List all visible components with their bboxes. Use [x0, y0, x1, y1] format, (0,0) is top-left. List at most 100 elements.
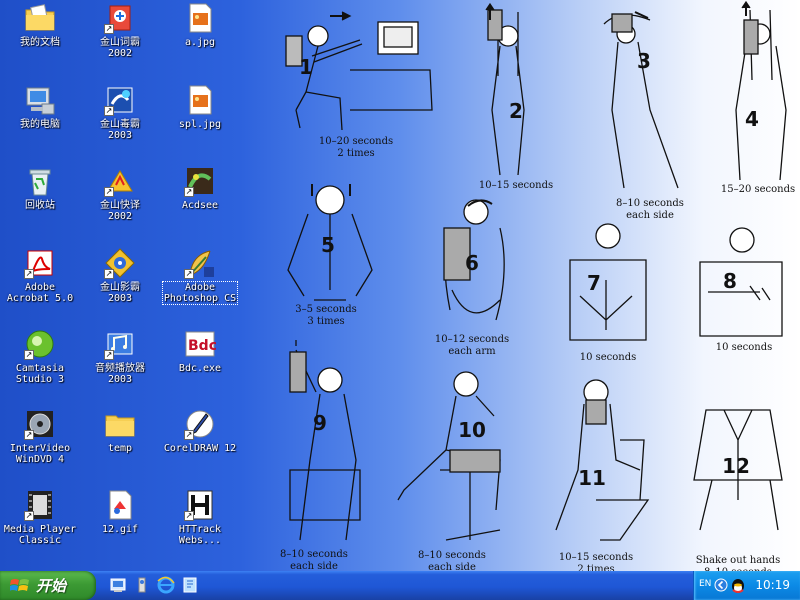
shortcut-arrow-icon: ↗	[104, 269, 114, 279]
kingsoft-movie-icon[interactable]: ↗	[104, 247, 136, 279]
desktop-icon-label[interactable]: Adobe Photoshop CS	[161, 281, 239, 305]
desktop[interactable]: 1 10–20 seconds 2 times 2 10–15 seconds 3 8–10…	[0, 0, 800, 571]
desktop-icon-label[interactable]: Camtasia Studio 3	[0, 363, 80, 385]
adobe-acrobat-icon[interactable]: ↗	[24, 247, 56, 279]
windows-explorer-icon[interactable]	[132, 575, 152, 595]
figure-caption: 2 times	[577, 564, 614, 571]
figure-10-drawing	[397, 371, 501, 541]
desktop-icon-adobe-acrobat[interactable]: ↗ Adobe Acrobat 5.0	[0, 245, 80, 315]
recycle-bin-icon[interactable]	[24, 165, 56, 197]
desktop-icon-media-player-classic[interactable]: ↗ Media Player Classic	[0, 487, 80, 557]
jpg-file-icon[interactable]	[184, 2, 216, 34]
desktop-icon-kingsoft-dict-2002[interactable]: ↗ 金山词霸 2002	[80, 0, 160, 70]
desktop-icon-label[interactable]: 12.gif	[80, 524, 160, 535]
qq-penguin-icon[interactable]	[730, 576, 746, 594]
desktop-icon-label[interactable]: a.jpg	[160, 37, 240, 48]
folder-icon[interactable]	[104, 408, 136, 440]
language-indicator[interactable]: EN	[699, 579, 711, 589]
coreldraw-pen-icon[interactable]: ↗	[184, 408, 216, 440]
desktop-icon-12-gif[interactable]: 12.gif	[80, 487, 160, 557]
kingsoft-translator-icon[interactable]: ↗	[104, 165, 136, 197]
figure-caption: 10 seconds	[580, 352, 637, 363]
clock[interactable]: 10:19	[755, 578, 790, 592]
desktop-icon-my-documents[interactable]: 我的文档	[0, 0, 80, 70]
shortcut-arrow-icon: ↗	[24, 430, 34, 440]
desktop-icon-acdsee[interactable]: ↗ Acdsee	[160, 163, 240, 233]
desktop-icon-label[interactable]: 金山毒霸 2003	[80, 119, 160, 141]
camtasia-icon[interactable]: ↗	[24, 328, 56, 360]
desktop-icon-spl-jpg[interactable]: spl.jpg	[160, 82, 240, 152]
desktop-icon-label[interactable]: 金山快译 2002	[80, 200, 160, 222]
figure-caption: each side	[626, 210, 674, 221]
shortcut-arrow-icon: ↗	[104, 106, 114, 116]
kingsoft-antivirus-icon[interactable]: ↗	[104, 84, 136, 116]
show-desktop-icon[interactable]	[108, 575, 128, 595]
figure-number: 3	[637, 49, 651, 73]
figure-caption: 2 times	[337, 148, 374, 159]
desktop-icon-audio-player-2003[interactable]: ↗ 音频播放器 2003	[80, 326, 160, 396]
desktop-icon-label[interactable]: 金山词霸 2002	[80, 37, 160, 59]
figure-caption: 8–10 seconds	[280, 549, 348, 560]
tray-expand-chevron-icon[interactable]	[714, 578, 728, 592]
folder-documents-icon[interactable]	[24, 2, 56, 34]
figure-caption: 15–20 seconds	[721, 184, 795, 195]
desktop-icon-label[interactable]: temp	[80, 443, 160, 454]
desktop-icon-label[interactable]: 音频播放器 2003	[80, 363, 160, 385]
desktop-icon-label[interactable]: Adobe Acrobat 5.0	[0, 282, 80, 304]
figure-number: 2	[509, 99, 523, 123]
desktop-icon-kingsoft-movie-2003[interactable]: ↗ 金山影霸 2003	[80, 245, 160, 315]
figure-3-drawing	[603, 11, 679, 189]
figure-caption: 3–5 seconds	[295, 304, 357, 315]
desktop-icon-adobe-photoshop[interactable]: ↗ Adobe Photoshop CS	[160, 245, 240, 315]
httrack-icon[interactable]: ↗	[184, 489, 216, 521]
desktop-icon-label[interactable]: Bdc.exe	[160, 363, 240, 374]
acdsee-icon[interactable]: ↗	[184, 165, 216, 197]
desktop-icon-label[interactable]: HTTrack Webs...	[160, 524, 240, 546]
kingsoft-dictionary-icon[interactable]: ↗	[104, 2, 136, 34]
internet-explorer-icon[interactable]	[156, 575, 176, 595]
photoshop-feather-icon[interactable]: ↗	[184, 247, 216, 279]
figure-number: 8	[723, 269, 737, 293]
desktop-icon-temp-folder[interactable]: temp	[80, 406, 160, 476]
desktop-icon-label[interactable]: InterVideo WinDVD 4	[0, 443, 80, 465]
figure-9-drawing	[289, 340, 361, 541]
desktop-icon-kingsoft-antivirus-2003[interactable]: ↗ 金山毒霸 2003	[80, 82, 160, 152]
desktop-icon-label[interactable]: 金山影霸 2003	[80, 282, 160, 304]
gif-file-icon[interactable]	[104, 489, 136, 521]
figure-caption: each arm	[448, 346, 496, 357]
desktop-icon-intervideo-windvd[interactable]: ↗ InterVideo WinDVD 4	[0, 406, 80, 476]
film-strip-icon[interactable]: ↗	[24, 489, 56, 521]
desktop-icon-label[interactable]: Acdsee	[160, 200, 240, 211]
desktop-icon-coreldraw-12[interactable]: ↗ CorelDRAW 12	[160, 406, 240, 476]
figure-number: 9	[313, 411, 327, 435]
figure-number: 10	[458, 418, 486, 442]
desktop-icon-httrack[interactable]: ↗ HTTrack Webs...	[160, 487, 240, 557]
windvd-icon[interactable]: ↗	[24, 408, 56, 440]
figure-number: 6	[465, 251, 479, 275]
desktop-icon-recycle-bin[interactable]: 回收站	[0, 163, 80, 233]
audio-player-icon[interactable]: ↗	[104, 328, 136, 360]
desktop-icon-label[interactable]: spl.jpg	[160, 119, 240, 130]
desktop-icon-label[interactable]: 我的电脑	[0, 119, 80, 130]
figure-11-drawing	[555, 379, 650, 541]
jpg-file-icon[interactable]	[184, 84, 216, 116]
media-icon[interactable]	[180, 575, 200, 595]
desktop-icon-label[interactable]: 回收站	[0, 200, 80, 211]
desktop-icon-camtasia[interactable]: ↗ Camtasia Studio 3	[0, 326, 80, 396]
figure-number: 5	[321, 233, 335, 257]
figure-8-drawing	[699, 227, 783, 337]
desktop-icon-a-jpg[interactable]: a.jpg	[160, 0, 240, 70]
desktop-icon-label[interactable]: Media Player Classic	[0, 524, 80, 546]
shortcut-arrow-icon: ↗	[104, 24, 114, 34]
computer-icon[interactable]	[24, 84, 56, 116]
bdc-exe-icon[interactable]: Bdc	[184, 328, 217, 360]
desktop-icon-kingsoft-translator-2002[interactable]: ↗ 金山快译 2002	[80, 163, 160, 233]
desktop-icon-my-computer[interactable]: 我的电脑	[0, 82, 80, 152]
figure-caption: 8–10 seconds	[616, 198, 684, 209]
shortcut-arrow-icon: ↗	[24, 511, 34, 521]
desktop-icon-label[interactable]: CorelDRAW 12	[160, 443, 240, 454]
figure-caption: 10 seconds	[716, 342, 773, 353]
start-button[interactable]: 开始	[0, 571, 96, 600]
desktop-icon-label[interactable]: 我的文档	[0, 37, 80, 48]
desktop-icon-bdc-exe[interactable]: Bdc Bdc.exe	[160, 326, 240, 396]
